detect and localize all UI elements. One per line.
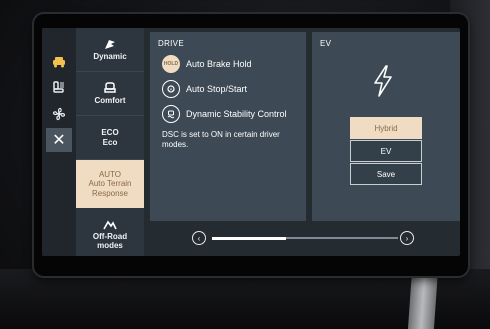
- drive-panel-title: DRIVE: [158, 39, 184, 48]
- hybrid-button[interactable]: Hybrid: [350, 117, 422, 139]
- ev-button[interactable]: EV: [350, 140, 422, 162]
- auto-stop-start-option[interactable]: A Auto Stop/Start: [162, 80, 247, 98]
- stop-start-icon: A: [162, 80, 180, 98]
- seat-icon: [104, 82, 116, 93]
- gear-lever: [407, 270, 439, 329]
- chevron-left-icon: ‹: [197, 233, 201, 243]
- close-icon[interactable]: ✕: [46, 128, 72, 152]
- drive-panel: DRIVE HOLD Auto Brake Hold A Auto Stop/S…: [150, 32, 306, 221]
- option-label: Auto Stop/Start: [186, 84, 248, 94]
- dynamic-flag-icon: [105, 39, 115, 49]
- auto-brake-hold-option[interactable]: HOLD Auto Brake Hold: [162, 55, 252, 73]
- scrollbar-thumb[interactable]: [212, 236, 287, 240]
- mode-comfort[interactable]: Comfort: [76, 72, 144, 116]
- mode-label: Comfort: [94, 95, 126, 105]
- scroll-right-button[interactable]: ›: [400, 231, 414, 245]
- stability-control-icon: [162, 105, 180, 123]
- mode-label: ECO: [101, 128, 119, 138]
- mode-off-road[interactable]: Off-Road modes: [76, 212, 144, 256]
- lightning-bolt-icon: [374, 65, 392, 97]
- dynamic-stability-control-option[interactable]: Dynamic Stability Control: [162, 105, 287, 123]
- ev-panel: EV Hybrid EV Save: [312, 32, 460, 221]
- page-scrollbar[interactable]: [212, 236, 398, 240]
- mode-sublabel: Auto Terrain Response: [88, 179, 132, 198]
- scroll-left-button[interactable]: ‹: [192, 231, 206, 245]
- chevron-right-icon: ›: [405, 233, 409, 243]
- mode-label: Off-Road modes: [92, 231, 128, 250]
- dsc-note: DSC is set to ON in certain driver modes…: [162, 130, 280, 149]
- ev-panel-title: EV: [320, 39, 332, 48]
- mode-eco[interactable]: ECO Eco: [76, 116, 144, 160]
- mode-dynamic[interactable]: Dynamic: [76, 28, 144, 72]
- save-button[interactable]: Save: [350, 163, 422, 185]
- mode-label: Dynamic: [93, 51, 127, 61]
- hold-icon: HOLD: [162, 55, 180, 73]
- mode-label: AUTO: [98, 170, 122, 180]
- quick-settings-rail: ✕: [42, 28, 76, 256]
- option-label: Dynamic Stability Control: [186, 109, 287, 119]
- mode-sublabel: Eco: [102, 137, 118, 147]
- drive-mode-column: Dynamic Comfort ECO Eco AUTO Auto Terrai…: [76, 28, 144, 256]
- option-label: Auto Brake Hold: [186, 59, 252, 69]
- fan-icon[interactable]: [46, 102, 72, 126]
- seat-heat-icon[interactable]: [46, 76, 72, 100]
- mountain-icon: [103, 220, 117, 230]
- vehicle-icon[interactable]: [46, 50, 72, 74]
- mode-auto-terrain[interactable]: AUTO Auto Terrain Response: [76, 160, 144, 208]
- infotainment-screen: ✕ Dynamic Comfort ECO Eco AUTO Auto Terr…: [42, 28, 460, 256]
- svg-text:A: A: [169, 87, 172, 92]
